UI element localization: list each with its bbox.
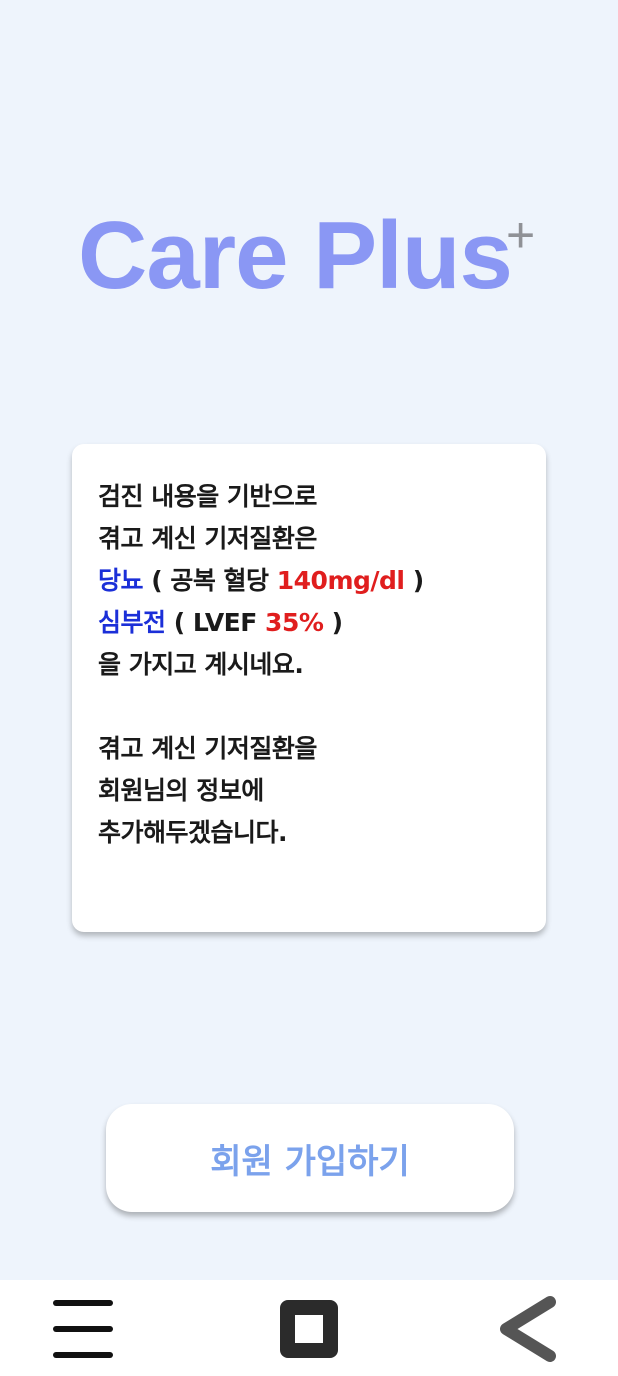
condition-diabetes-line: 당뇨 ( 공복 혈당 140mg/dl ) (98, 560, 528, 602)
condition-detail-close: ) (323, 608, 343, 637)
message-line: 추가해두겠습니다. (98, 818, 288, 847)
app-logo: Care Plus + (0, 196, 618, 316)
logo-plus-icon: + (506, 207, 536, 263)
condition-heart-failure-line: 심부전 ( LVEF 35% ) (98, 602, 528, 644)
condition-value: 35% (265, 608, 324, 637)
logo-text: Care Plus (78, 202, 513, 309)
home-square-icon (280, 1300, 338, 1358)
system-nav-bar (0, 1280, 618, 1376)
condition-detail-label: ( LVEF (165, 608, 266, 637)
condition-name: 심부전 (98, 608, 166, 637)
diagnosis-card: 검진 내용을 기반으로 겪고 계신 기저질환은 당뇨 ( 공복 혈당 140mg… (72, 444, 546, 932)
message-line: 겪고 계신 기저질환을 (98, 734, 317, 763)
condition-detail-label: ( 공복 혈당 (143, 566, 277, 595)
menu-icon (53, 1300, 113, 1358)
back-chevron-icon (500, 1296, 556, 1362)
back-button[interactable] (492, 1294, 562, 1364)
message-line: 겪고 계신 기저질환은 (98, 524, 317, 553)
diagnosis-message: 검진 내용을 기반으로 겪고 계신 기저질환은 당뇨 ( 공복 혈당 140mg… (98, 476, 528, 854)
message-line: 검진 내용을 기반으로 (98, 482, 317, 511)
condition-detail-close: ) (404, 566, 424, 595)
home-button[interactable] (274, 1294, 344, 1364)
message-line: 회원님의 정보에 (98, 776, 264, 805)
menu-button[interactable] (48, 1294, 118, 1364)
condition-name: 당뇨 (98, 566, 144, 595)
signup-button[interactable]: 회원 가입하기 (106, 1104, 514, 1212)
message-line: 을 가지고 계시네요. (98, 650, 304, 679)
condition-value: 140mg/dl (276, 566, 405, 595)
